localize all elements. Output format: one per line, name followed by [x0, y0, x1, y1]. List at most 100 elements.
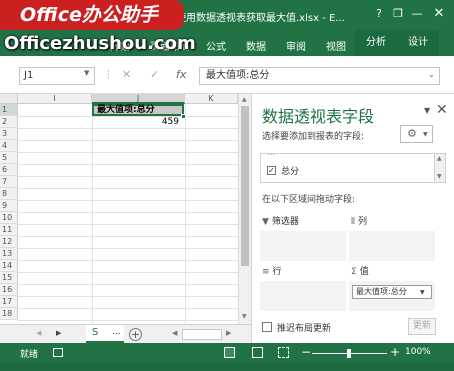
next-sheet-icon[interactable]: ▶	[56, 329, 61, 337]
horizontal-scrollbar[interactable]	[182, 329, 222, 340]
zoom-slider-thumb[interactable]	[347, 349, 351, 358]
row-header[interactable]: 18	[0, 308, 18, 320]
page-layout-view-icon[interactable]	[252, 347, 263, 358]
pane-menu-icon[interactable]: ▼	[424, 106, 430, 115]
update-button[interactable]: 更新	[408, 318, 436, 335]
gridline	[185, 104, 186, 324]
filter-icon: ▼	[262, 217, 269, 227]
tab-design[interactable]: 设计	[397, 30, 439, 56]
minimize-button[interactable]: —	[410, 7, 424, 21]
gridline	[18, 272, 238, 273]
scroll-up-icon[interactable]: ▲	[242, 96, 247, 103]
more-icon[interactable]: ⋮	[104, 70, 113, 80]
fx-icon[interactable]: fx	[176, 68, 186, 81]
close-icon[interactable]: ✕	[436, 102, 448, 118]
scroll-up-icon[interactable]: ▲	[437, 155, 442, 162]
gridline	[18, 320, 238, 321]
scrollbar-thumb[interactable]	[241, 106, 249, 266]
cell-j2[interactable]: 459	[93, 116, 183, 128]
row-header[interactable]: 11	[0, 224, 18, 236]
macro-record-icon[interactable]	[53, 348, 63, 357]
chevron-down-icon[interactable]: ▼	[84, 69, 89, 77]
scroll-left-icon[interactable]: ◀	[172, 329, 177, 337]
chevron-down-icon[interactable]: ▼	[420, 289, 425, 296]
column-header-k[interactable]: K	[185, 94, 238, 104]
filters-drop-zone[interactable]	[260, 231, 346, 261]
gridline	[18, 296, 238, 297]
cell-j1[interactable]: 最大值项:总分	[92, 104, 184, 116]
rows-area[interactable]: ≡ 行	[260, 264, 346, 314]
gridline	[92, 104, 93, 324]
field-checkbox[interactable]: ✓	[267, 166, 276, 175]
gridline	[18, 128, 238, 129]
row-header[interactable]: 16	[0, 284, 18, 296]
row-header[interactable]: 7	[0, 176, 18, 188]
row-header[interactable]: 8	[0, 188, 18, 200]
restore-button[interactable]: ❐	[391, 7, 405, 21]
tab-formulas[interactable]: 公式	[206, 38, 226, 53]
status-bar: 就绪 − + 100%	[0, 343, 454, 363]
scroll-down-icon[interactable]: ▼	[242, 313, 247, 320]
field-label[interactable]: 总分	[281, 164, 299, 177]
close-button[interactable]: ✕	[432, 7, 446, 21]
tab-data[interactable]: 数据	[246, 38, 266, 53]
gridline	[18, 200, 238, 201]
sheet-grid[interactable]: I J K 1 2 3 4 5 6 7 8 9 10 11 12 13 14 1…	[0, 94, 251, 324]
field-list[interactable]: ⋯ ✓ 总分	[260, 153, 435, 183]
expand-formula-icon[interactable]: ⌄	[428, 70, 435, 79]
defer-update-checkbox[interactable]	[262, 322, 272, 332]
gridline	[18, 248, 238, 249]
help-button[interactable]: ?	[372, 7, 386, 21]
select-all-corner[interactable]	[0, 94, 18, 104]
scroll-down-icon[interactable]: ▼	[437, 173, 442, 180]
columns-icon: ⦀	[351, 217, 355, 227]
row-header[interactable]: 15	[0, 272, 18, 284]
filters-area[interactable]: ▼ 筛选器	[260, 214, 346, 264]
row-header[interactable]: 17	[0, 296, 18, 308]
formula-input[interactable]: 最大值项:总分	[199, 67, 440, 85]
rows-drop-zone[interactable]	[260, 281, 346, 311]
choose-fields-label: 选择要添加到报表的字段:	[262, 132, 365, 142]
chevron-down-icon[interactable]: ▼	[423, 131, 428, 138]
normal-view-icon[interactable]	[224, 347, 235, 358]
field-list-scrollbar[interactable]: ▲ ▼	[434, 153, 446, 183]
vertical-scrollbar[interactable]: ▲ ▼	[238, 94, 251, 324]
rows-icon: ≡	[262, 267, 270, 277]
prev-sheet-icon[interactable]: ◀	[36, 329, 41, 337]
row-header[interactable]: 10	[0, 212, 18, 224]
row-header[interactable]: 2	[0, 116, 18, 128]
row-header[interactable]: 4	[0, 140, 18, 152]
x-icon[interactable]: ✕	[122, 68, 131, 81]
tab-analyze[interactable]: 分析	[355, 30, 397, 56]
values-drop-zone[interactable]: 最大值项:总分 ▼	[349, 281, 435, 311]
defer-update-label[interactable]: 推迟布局更新	[277, 321, 331, 334]
column-header-i[interactable]: I	[18, 94, 92, 104]
zoom-level[interactable]: 100%	[405, 347, 431, 357]
add-sheet-button[interactable]: +	[129, 328, 142, 341]
row-header[interactable]: 13	[0, 248, 18, 260]
row-header[interactable]: 6	[0, 164, 18, 176]
zoom-in-icon[interactable]: +	[390, 345, 400, 359]
tab-view[interactable]: 视图	[326, 38, 346, 53]
row-header[interactable]: 14	[0, 260, 18, 272]
gear-icon[interactable]: ⚙	[400, 125, 433, 143]
row-header[interactable]: 12	[0, 236, 18, 248]
columns-area[interactable]: ⦀ 列	[349, 214, 435, 264]
scroll-right-icon[interactable]: ▶	[226, 329, 231, 337]
column-header-j[interactable]: J	[92, 94, 185, 104]
row-header[interactable]: 9	[0, 200, 18, 212]
page-break-view-icon[interactable]	[278, 347, 289, 358]
more-sheets[interactable]: ...	[112, 327, 121, 337]
gridline	[18, 140, 238, 141]
gridline	[18, 212, 238, 213]
columns-drop-zone[interactable]	[349, 231, 435, 261]
tab-review[interactable]: 审阅	[286, 38, 306, 53]
check-icon[interactable]: ✓	[150, 68, 159, 81]
zoom-out-icon[interactable]: −	[301, 345, 311, 359]
rows-header: ≡ 行	[262, 264, 282, 277]
watermark-logo: Office办公助手	[0, 0, 184, 30]
row-header[interactable]: 3	[0, 128, 18, 140]
values-area[interactable]: Σ值 最大值项:总分 ▼	[349, 264, 435, 314]
row-header[interactable]: 5	[0, 152, 18, 164]
row-header[interactable]: 1	[0, 104, 18, 116]
